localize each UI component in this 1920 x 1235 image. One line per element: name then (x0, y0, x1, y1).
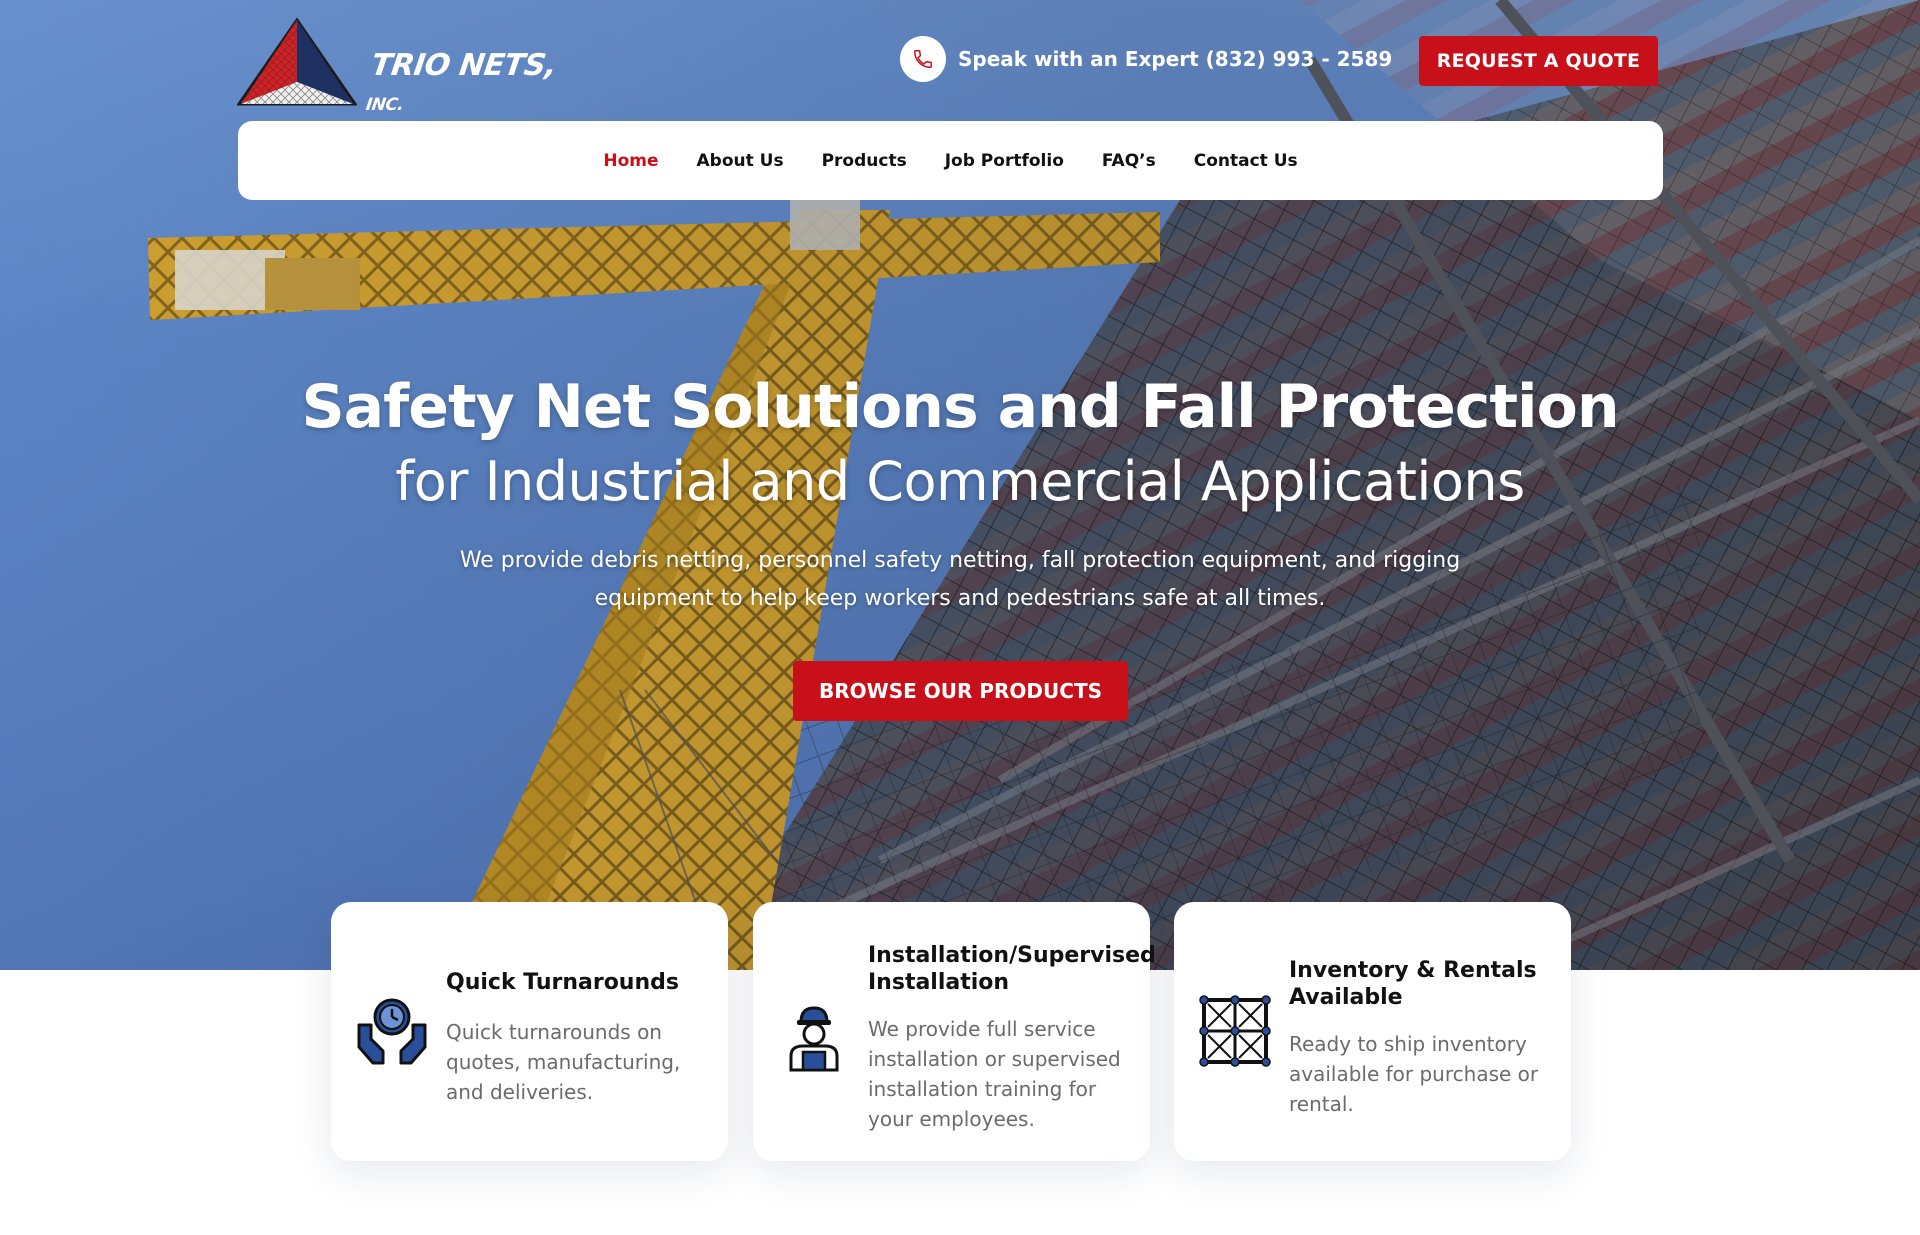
company-logo[interactable]: TRIO NETS, INC. (237, 18, 559, 115)
worker-icon (789, 1006, 839, 1072)
phone-icon (900, 36, 946, 82)
feature-card-quick-turnarounds: Quick Turnarounds Quick turnarounds on q… (331, 902, 728, 1161)
feature-description: Ready to ship inventory available for pu… (1289, 1032, 1539, 1116)
feature-title: Inventory & Rentals Available (1289, 958, 1537, 1010)
main-nav: Home About Us Products Job Portfolio FAQ… (238, 121, 1663, 200)
hero-title: Safety Net Solutions and Fall Protection (301, 372, 1619, 442)
feature-card-installation: Installation/Supervised Installation We … (753, 902, 1156, 1161)
phone-number[interactable]: Speak with an Expert (832) 993 - 2589 (958, 47, 1392, 71)
company-name: TRIO NETS, INC. (364, 48, 559, 115)
nav-faqs[interactable]: FAQ’s (1102, 151, 1156, 171)
net-grid-icon (1199, 995, 1271, 1067)
nav-contact-us[interactable]: Contact Us (1194, 151, 1298, 171)
hero-description: We provide debris netting, personnel saf… (459, 548, 1461, 611)
hero-subtitle: for Industrial and Commercial Applicatio… (395, 450, 1525, 513)
feature-description: We provide full service installation or … (868, 1017, 1121, 1131)
triangle-logo-icon (237, 18, 357, 106)
phone-contact[interactable]: Speak with an Expert (832) 993 - 2589 (900, 36, 1392, 82)
feature-card-inventory: Inventory & Rentals Available Ready to s… (1174, 902, 1571, 1161)
feature-description: Quick turnarounds on quotes, manufacturi… (446, 1020, 681, 1104)
nav-job-portfolio[interactable]: Job Portfolio (945, 151, 1064, 171)
feature-title: Installation/Supervised Installation (868, 943, 1156, 995)
nav-about-us[interactable]: About Us (697, 151, 784, 171)
request-quote-button[interactable]: REQUEST A QUOTE (1419, 36, 1658, 86)
nav-home[interactable]: Home (603, 151, 658, 171)
browse-products-button[interactable]: BROWSE OUR PRODUCTS (793, 661, 1128, 721)
hands-clock-icon (357, 998, 427, 1065)
feature-title: Quick Turnarounds (446, 970, 679, 995)
nav-products[interactable]: Products (822, 151, 907, 171)
